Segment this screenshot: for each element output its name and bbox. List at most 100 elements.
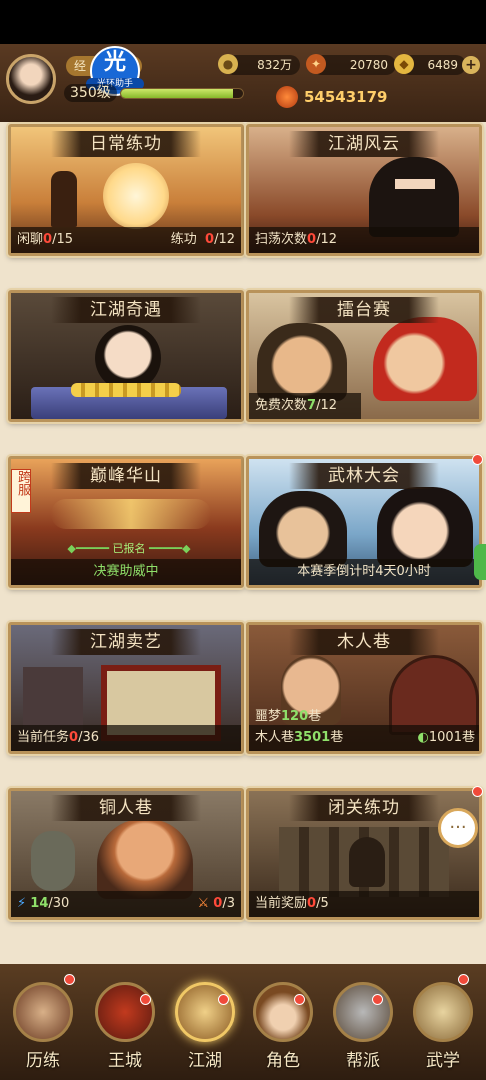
player-level: 350级 [64, 84, 117, 102]
card-jianghu-qiyu[interactable]: 江湖奇遇 [8, 290, 244, 422]
notification-dot [140, 994, 151, 1005]
energy-icon: ⚡ [17, 896, 27, 911]
gold-resource[interactable]: ◆ 6489 [394, 54, 466, 75]
nav-label: 江湖 [188, 1051, 222, 1071]
nightmare-label: 噩梦 [255, 709, 282, 724]
notification-dot [218, 994, 229, 1005]
reward-total: /5 [316, 896, 329, 911]
practice-total: /12 [214, 232, 235, 247]
free-label: 免费次数 [255, 398, 308, 413]
power-icon [276, 86, 298, 108]
sword-icon: ⚔ [197, 896, 210, 911]
chat-total: /15 [52, 232, 73, 247]
sweep-count: 0 [307, 232, 317, 247]
scrolls-icon [413, 982, 473, 1042]
nav-item-bangpai[interactable]: 帮派 [330, 982, 396, 1076]
ninja-art [369, 157, 459, 237]
martial-artist-art [51, 171, 77, 227]
ranking-unit: 巷 [461, 730, 475, 745]
exp-progress-bar [120, 88, 244, 99]
card-title: 江湖奇遇 [51, 297, 201, 323]
guild-icon [333, 982, 393, 1042]
free-total: /12 [316, 398, 337, 413]
side-drawer-tab[interactable] [474, 544, 486, 580]
nav-label: 历练 [26, 1051, 60, 1071]
chat-count: 0 [43, 232, 53, 247]
nightmare-progress: 噩梦120巷 [255, 705, 321, 724]
exp-progress-fill [121, 89, 234, 98]
nav-item-juese[interactable]: 角色 [250, 982, 316, 1076]
nav-label: 王城 [108, 1051, 142, 1071]
wooden-alley-value: 3501 [294, 730, 331, 745]
sword-emblem-icon [175, 982, 235, 1042]
task-label: 当前任务 [17, 730, 70, 745]
cross-server-text: 跨服 [15, 470, 30, 496]
chat-bubble-icon[interactable]: ··· [438, 808, 478, 848]
card-title: 铜人巷 [51, 795, 201, 821]
coin-resource[interactable]: ● 832万 [218, 54, 300, 75]
meditating-figure-art [349, 837, 385, 887]
coin-value: 832万 [257, 58, 292, 72]
card-jianghu-fengyun[interactable]: 江湖风云 扫荡次数0/12 [246, 124, 482, 256]
practice-count: 0 [205, 232, 215, 247]
coin-icon: ● [218, 54, 238, 74]
energy-total: /30 [48, 896, 70, 911]
reward-count: 0 [307, 896, 317, 911]
sweep-total: /12 [316, 232, 337, 247]
card-title: 木人巷 [289, 629, 439, 655]
cross-server-tag: 跨服 [11, 469, 31, 513]
reward-label: 当前奖励 [255, 896, 308, 911]
card-leitai[interactable]: 擂台赛 免费次数7/12 [246, 290, 482, 422]
card-tongrenxiang[interactable]: 铜人巷 ⚡ 14/30 ⚔ 0/3 [8, 788, 244, 920]
notification-dot [64, 974, 75, 985]
registration-status: ◆━━━━━ 已报名 ━━━━━◆ [67, 542, 191, 555]
card-footer: ⚡ 14/30 ⚔ 0/3 [11, 891, 241, 917]
card-jianghu-maiyi[interactable]: 江湖卖艺 当前任务0/36 [8, 622, 244, 754]
ranking-icon: ◐ [417, 730, 429, 745]
card-footer: 当前任务0/36 [11, 725, 241, 751]
card-footer: 扫荡次数0/12 [249, 227, 479, 253]
card-footer: 木人巷3501巷 ◐1001巷 [249, 725, 479, 751]
card-huashan[interactable]: 跨服 ◆━━━━━ 已报名 ━━━━━◆ 巅峰华山 决赛助威中 [8, 456, 244, 588]
gold-ingot-icon: ◆ [394, 54, 414, 74]
card-biguan[interactable]: 闭关练功 当前奖励0/5 [246, 788, 482, 920]
sun-art [103, 163, 169, 229]
nightmare-value: 120 [281, 709, 309, 724]
card-title: 武林大会 [289, 463, 439, 489]
character-icon [253, 982, 313, 1042]
free-count: 7 [307, 398, 317, 413]
nav-item-wuxue[interactable]: 武学 [410, 982, 476, 1076]
card-footer: 当前奖励0/5 [249, 891, 479, 917]
notification-dot [294, 994, 305, 1005]
combat-power-value: 54543179 [304, 88, 388, 106]
bronze-man-art [97, 819, 193, 899]
card-daily-practice[interactable]: 日常练功 闲聊0/15 练功 0/12 [8, 124, 244, 256]
nav-item-lilian[interactable]: 历练 [10, 982, 76, 1076]
card-murenxiang[interactable]: 木人巷 噩梦120巷 木人巷3501巷 ◐1001巷 [246, 622, 482, 754]
ingot-resource[interactable]: ✦ 20780 [306, 54, 396, 75]
nav-label: 武学 [426, 1051, 460, 1071]
chat-label: 闲聊 [17, 232, 44, 247]
recharge-plus-button[interactable]: + [462, 56, 480, 74]
sword-clash-art [51, 499, 211, 529]
palace-icon [95, 982, 155, 1042]
exp-label: 经 [74, 59, 87, 73]
notification-dot [472, 786, 483, 797]
warrior-left-art [259, 491, 347, 567]
ranking-badge: ◐1001巷 [418, 725, 475, 751]
gate-art [389, 655, 479, 735]
card-title: 江湖卖艺 [51, 629, 201, 655]
ingot-value: 20780 [349, 58, 388, 72]
sweep-label: 扫荡次数 [255, 232, 308, 247]
warrior-right-art [377, 487, 473, 567]
registration-text: 已报名 [112, 542, 146, 555]
player-avatar[interactable] [6, 54, 56, 104]
card-title: 江湖风云 [289, 131, 439, 157]
fighter-right-art [373, 317, 477, 401]
card-wulin-conference[interactable]: 武林大会 本赛季倒计时4天0小时 [246, 456, 482, 588]
status-bar [0, 0, 486, 44]
fighter-left-art [257, 323, 347, 401]
card-title: 擂台赛 [289, 297, 439, 323]
challenge-count: 0 [213, 896, 223, 911]
card-footer: 本赛季倒计时4天0小时 [249, 559, 479, 585]
